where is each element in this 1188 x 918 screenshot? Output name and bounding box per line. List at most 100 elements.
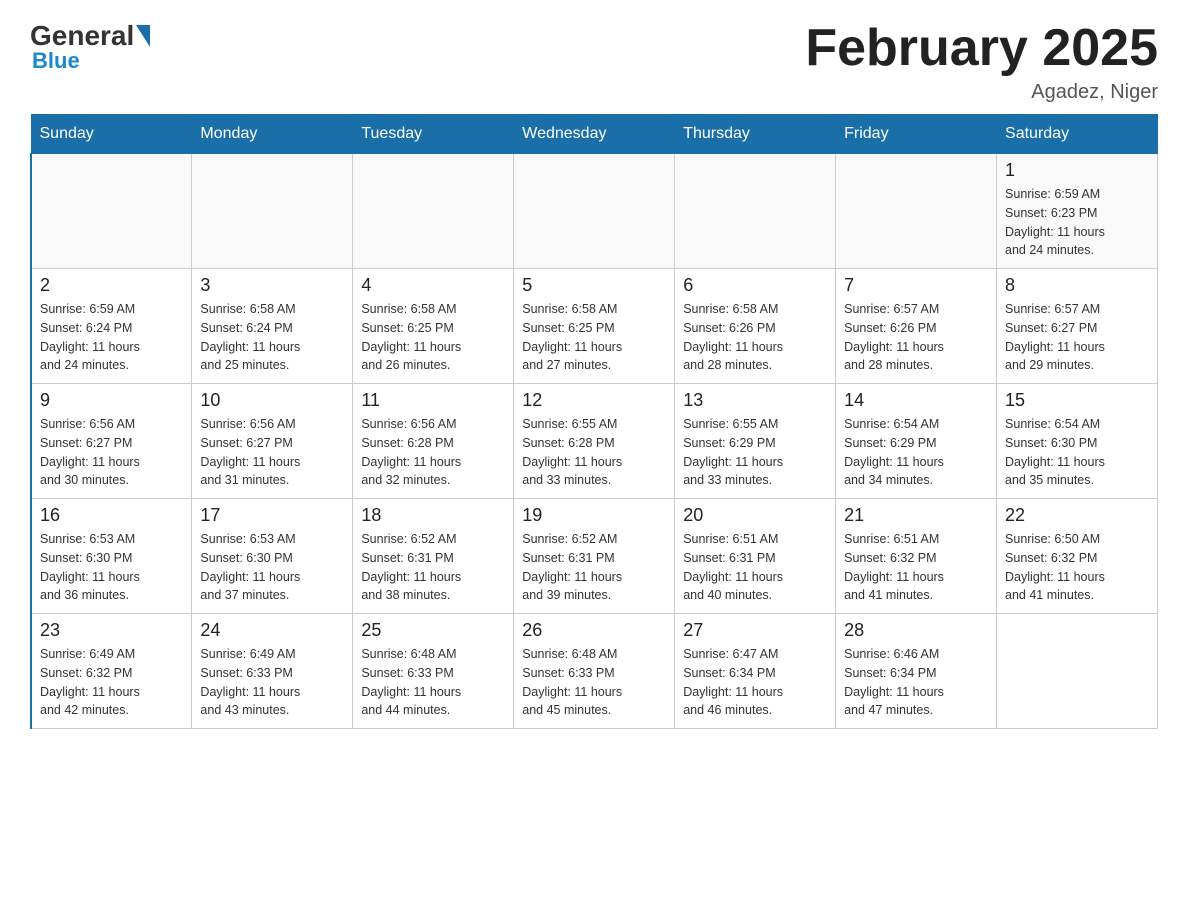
day-number: 17 bbox=[200, 505, 344, 526]
day-number: 27 bbox=[683, 620, 827, 641]
location: Agadez, Niger bbox=[805, 81, 1158, 104]
calendar-cell bbox=[997, 614, 1158, 729]
calendar-cell: 17 Sunrise: 6:53 AM Sunset: 6:30 PM Dayli… bbox=[192, 499, 353, 614]
weekday-header-monday: Monday bbox=[192, 115, 353, 154]
day-info: Sunrise: 6:51 AM Sunset: 6:31 PM Dayligh… bbox=[683, 530, 827, 605]
calendar-cell: 22Sunrise: 6:50 AM Sunset: 6:32 PM Dayli… bbox=[997, 499, 1158, 614]
day-number: 14 bbox=[844, 390, 988, 411]
calendar-cell: 5 Sunrise: 6:58 AM Sunset: 6:25 PM Daylig… bbox=[514, 269, 675, 384]
day-info: Sunrise: 6:51 AM Sunset: 6:32 PM Dayligh… bbox=[844, 530, 988, 605]
day-info: Sunrise: 6:54 AM Sunset: 6:29 PM Dayligh… bbox=[844, 415, 988, 490]
calendar-cell: 1 Sunrise: 6:59 AM Sunset: 6:23 PM Daylig… bbox=[997, 154, 1158, 269]
week-row-1: 1 Sunrise: 6:59 AM Sunset: 6:23 PM Daylig… bbox=[31, 154, 1158, 269]
day-number: 18 bbox=[361, 505, 505, 526]
logo-triangle-icon bbox=[136, 25, 150, 47]
day-info: Sunrise: 6:47 AM Sunset: 6:34 PM Dayligh… bbox=[683, 645, 827, 720]
calendar-cell: 21 Sunrise: 6:51 AM Sunset: 6:32 PM Dayli… bbox=[836, 499, 997, 614]
logo-blue-text: Blue bbox=[32, 48, 80, 74]
day-number: 5 bbox=[522, 275, 666, 296]
day-number: 21 bbox=[844, 505, 988, 526]
day-info: Sunrise: 6:59 AM Sunset: 6:24 PM Dayligh… bbox=[40, 300, 183, 375]
day-number: 10 bbox=[200, 390, 344, 411]
day-info: Sunrise: 6:59 AM Sunset: 6:23 PM Dayligh… bbox=[1005, 185, 1149, 260]
day-info: Sunrise: 6:58 AM Sunset: 6:24 PM Dayligh… bbox=[200, 300, 344, 375]
day-info: Sunrise: 6:53 AM Sunset: 6:30 PM Dayligh… bbox=[40, 530, 183, 605]
weekday-header-friday: Friday bbox=[836, 115, 997, 154]
day-number: 2 bbox=[40, 275, 183, 296]
calendar-cell: 25 Sunrise: 6:48 AM Sunset: 6:33 PM Dayli… bbox=[353, 614, 514, 729]
calendar-cell: 10 Sunrise: 6:56 AM Sunset: 6:27 PM Dayli… bbox=[192, 384, 353, 499]
calendar-cell bbox=[353, 154, 514, 269]
week-row-3: 9 Sunrise: 6:56 AM Sunset: 6:27 PM Daylig… bbox=[31, 384, 1158, 499]
calendar-cell: 27 Sunrise: 6:47 AM Sunset: 6:34 PM Dayli… bbox=[675, 614, 836, 729]
calendar-cell: 28 Sunrise: 6:46 AM Sunset: 6:34 PM Dayli… bbox=[836, 614, 997, 729]
weekday-header-wednesday: Wednesday bbox=[514, 115, 675, 154]
calendar-cell: 11Sunrise: 6:56 AM Sunset: 6:28 PM Dayli… bbox=[353, 384, 514, 499]
calendar-cell: 8Sunrise: 6:57 AM Sunset: 6:27 PM Daylig… bbox=[997, 269, 1158, 384]
day-info: Sunrise: 6:58 AM Sunset: 6:25 PM Dayligh… bbox=[522, 300, 666, 375]
calendar-cell bbox=[675, 154, 836, 269]
day-number: 6 bbox=[683, 275, 827, 296]
day-info: Sunrise: 6:55 AM Sunset: 6:29 PM Dayligh… bbox=[683, 415, 827, 490]
day-info: Sunrise: 6:53 AM Sunset: 6:30 PM Dayligh… bbox=[200, 530, 344, 605]
day-number: 16 bbox=[40, 505, 183, 526]
day-number: 20 bbox=[683, 505, 827, 526]
calendar-cell: 26Sunrise: 6:48 AM Sunset: 6:33 PM Dayli… bbox=[514, 614, 675, 729]
calendar-cell: 19Sunrise: 6:52 AM Sunset: 6:31 PM Dayli… bbox=[514, 499, 675, 614]
day-number: 1 bbox=[1005, 160, 1149, 181]
day-number: 12 bbox=[522, 390, 666, 411]
week-row-4: 16 Sunrise: 6:53 AM Sunset: 6:30 PM Dayli… bbox=[31, 499, 1158, 614]
calendar-cell: 24 Sunrise: 6:49 AM Sunset: 6:33 PM Dayli… bbox=[192, 614, 353, 729]
day-info: Sunrise: 6:49 AM Sunset: 6:32 PM Dayligh… bbox=[40, 645, 183, 720]
day-number: 7 bbox=[844, 275, 988, 296]
calendar-cell: 13 Sunrise: 6:55 AM Sunset: 6:29 PM Dayli… bbox=[675, 384, 836, 499]
day-info: Sunrise: 6:58 AM Sunset: 6:25 PM Dayligh… bbox=[361, 300, 505, 375]
day-number: 13 bbox=[683, 390, 827, 411]
month-title: February 2025 bbox=[805, 20, 1158, 77]
day-info: Sunrise: 6:52 AM Sunset: 6:31 PM Dayligh… bbox=[361, 530, 505, 605]
calendar-cell: 4Sunrise: 6:58 AM Sunset: 6:25 PM Daylig… bbox=[353, 269, 514, 384]
page-header: General Blue February 2025 Agadez, Niger bbox=[30, 20, 1158, 104]
day-info: Sunrise: 6:55 AM Sunset: 6:28 PM Dayligh… bbox=[522, 415, 666, 490]
day-number: 28 bbox=[844, 620, 988, 641]
calendar-cell: 12 Sunrise: 6:55 AM Sunset: 6:28 PM Dayli… bbox=[514, 384, 675, 499]
calendar-cell bbox=[31, 154, 192, 269]
day-info: Sunrise: 6:49 AM Sunset: 6:33 PM Dayligh… bbox=[200, 645, 344, 720]
day-info: Sunrise: 6:46 AM Sunset: 6:34 PM Dayligh… bbox=[844, 645, 988, 720]
weekday-header-tuesday: Tuesday bbox=[353, 115, 514, 154]
title-block: February 2025 Agadez, Niger bbox=[805, 20, 1158, 104]
day-number: 15 bbox=[1005, 390, 1149, 411]
weekday-header-sunday: Sunday bbox=[31, 115, 192, 154]
day-info: Sunrise: 6:54 AM Sunset: 6:30 PM Dayligh… bbox=[1005, 415, 1149, 490]
weekday-header-saturday: Saturday bbox=[997, 115, 1158, 154]
calendar-cell bbox=[192, 154, 353, 269]
calendar-cell: 6 Sunrise: 6:58 AM Sunset: 6:26 PM Daylig… bbox=[675, 269, 836, 384]
calendar-cell: 3 Sunrise: 6:58 AM Sunset: 6:24 PM Daylig… bbox=[192, 269, 353, 384]
weekday-header-thursday: Thursday bbox=[675, 115, 836, 154]
weekday-header-row: SundayMondayTuesdayWednesdayThursdayFrid… bbox=[31, 115, 1158, 154]
day-number: 22 bbox=[1005, 505, 1149, 526]
day-number: 9 bbox=[40, 390, 183, 411]
calendar-cell: 7Sunrise: 6:57 AM Sunset: 6:26 PM Daylig… bbox=[836, 269, 997, 384]
day-info: Sunrise: 6:57 AM Sunset: 6:27 PM Dayligh… bbox=[1005, 300, 1149, 375]
day-number: 23 bbox=[40, 620, 183, 641]
calendar-cell bbox=[514, 154, 675, 269]
day-info: Sunrise: 6:48 AM Sunset: 6:33 PM Dayligh… bbox=[522, 645, 666, 720]
day-info: Sunrise: 6:58 AM Sunset: 6:26 PM Dayligh… bbox=[683, 300, 827, 375]
day-info: Sunrise: 6:56 AM Sunset: 6:27 PM Dayligh… bbox=[40, 415, 183, 490]
day-info: Sunrise: 6:56 AM Sunset: 6:27 PM Dayligh… bbox=[200, 415, 344, 490]
day-info: Sunrise: 6:48 AM Sunset: 6:33 PM Dayligh… bbox=[361, 645, 505, 720]
day-number: 3 bbox=[200, 275, 344, 296]
calendar-cell: 2 Sunrise: 6:59 AM Sunset: 6:24 PM Daylig… bbox=[31, 269, 192, 384]
calendar-cell: 9 Sunrise: 6:56 AM Sunset: 6:27 PM Daylig… bbox=[31, 384, 192, 499]
calendar-cell: 15 Sunrise: 6:54 AM Sunset: 6:30 PM Dayli… bbox=[997, 384, 1158, 499]
day-info: Sunrise: 6:52 AM Sunset: 6:31 PM Dayligh… bbox=[522, 530, 666, 605]
logo: General Blue bbox=[30, 20, 152, 74]
day-number: 24 bbox=[200, 620, 344, 641]
calendar-cell bbox=[836, 154, 997, 269]
week-row-5: 23 Sunrise: 6:49 AM Sunset: 6:32 PM Dayli… bbox=[31, 614, 1158, 729]
calendar-cell: 20 Sunrise: 6:51 AM Sunset: 6:31 PM Dayli… bbox=[675, 499, 836, 614]
week-row-2: 2 Sunrise: 6:59 AM Sunset: 6:24 PM Daylig… bbox=[31, 269, 1158, 384]
day-number: 11 bbox=[361, 390, 505, 411]
day-number: 25 bbox=[361, 620, 505, 641]
